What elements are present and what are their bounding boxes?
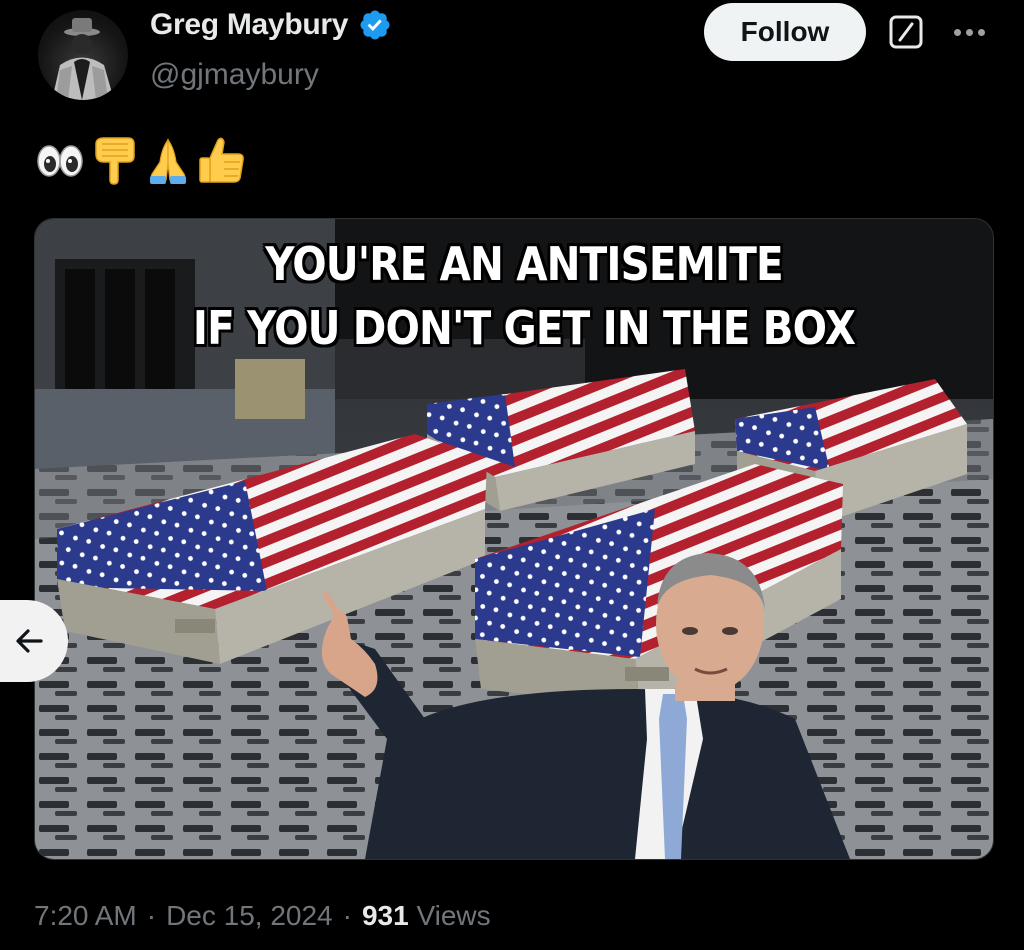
follow-button[interactable]: Follow [704, 3, 866, 61]
tweet-metadata: 7:20 AM · Dec 15, 2024 · 931 Views [34, 900, 491, 932]
grok-icon[interactable] [888, 14, 924, 50]
avatar-figure-icon [52, 18, 114, 100]
views-label: Views [416, 900, 491, 931]
verified-badge-icon [360, 10, 390, 40]
tweet-date[interactable]: Dec 15, 2024 [166, 900, 333, 932]
thumbs-up-emoji-icon [199, 137, 244, 183]
separator: · [146, 900, 157, 931]
eyes-emoji-icon [37, 145, 83, 177]
arrow-left-icon [16, 629, 43, 653]
tweet-media-image[interactable]: YOU'RE AN ANTISEMITE IF YOU DON'T GET IN… [34, 218, 994, 860]
tweet-text [34, 134, 248, 186]
separator: · [342, 900, 352, 931]
tweet-time[interactable]: 7:20 AM [34, 900, 137, 932]
author-name-row[interactable]: Greg Maybury [150, 8, 392, 42]
more-options-icon[interactable] [948, 14, 990, 50]
folded-hands-emoji-icon [150, 138, 186, 184]
author-handle[interactable]: @gjmaybury [150, 58, 319, 92]
author-display-name[interactable]: Greg Maybury [150, 8, 348, 42]
views-count: 931 [361, 900, 409, 931]
meme-caption-line-2: IF YOU DON'T GET IN THE BOX [192, 301, 856, 355]
avatar[interactable] [38, 10, 128, 100]
pointing-down-emoji-icon [95, 137, 135, 185]
meme-caption-line-1: YOU'RE AN ANTISEMITE [265, 237, 783, 291]
